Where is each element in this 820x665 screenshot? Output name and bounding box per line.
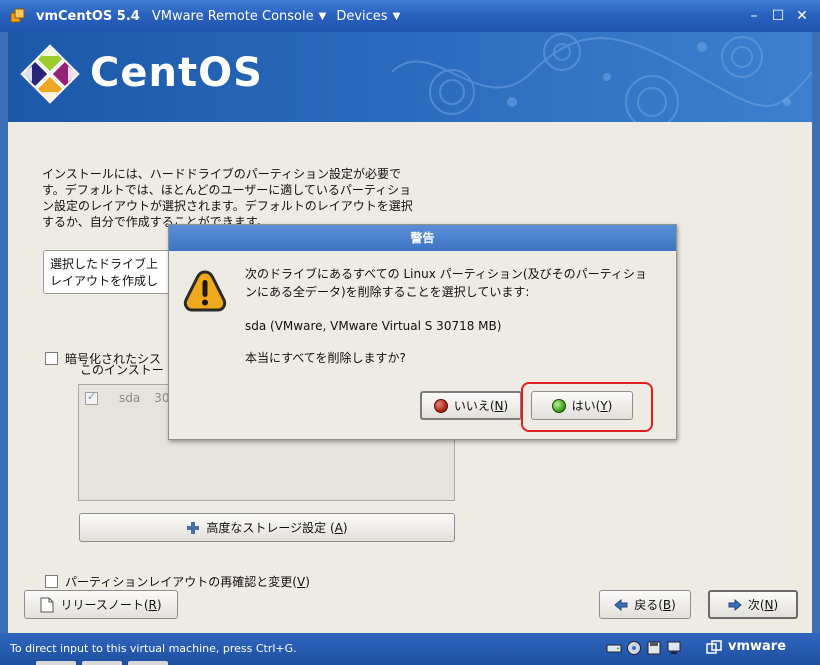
status-bar: To direct input to this virtual machine,… (0, 633, 820, 665)
network-icon[interactable] (666, 640, 682, 656)
maximize-icon[interactable]: ☐ (770, 8, 786, 24)
window-title: vmCentOS 5.4 (36, 8, 140, 24)
minimize-icon[interactable]: – (746, 8, 762, 24)
advanced-storage-mnemonic: A (334, 521, 343, 535)
no-button[interactable]: いいえ(N) (420, 391, 522, 420)
warning-icon (183, 270, 227, 312)
red-dot-icon (433, 398, 448, 413)
taskbar-tab[interactable] (36, 661, 76, 665)
menu-devices[interactable]: Devices ▼ (336, 9, 400, 24)
vmware-brand: vmware (706, 639, 786, 654)
next-label: 次 (747, 598, 760, 612)
next-button[interactable]: 次(N) (708, 590, 798, 619)
close-icon[interactable]: ✕ (794, 8, 810, 24)
window-titlebar: vmCentOS 5.4 VMware Remote Console ▼ Dev… (0, 0, 820, 32)
review-partition-checkbox-row[interactable]: パーティションレイアウトの再確認と変更(V) (45, 573, 310, 590)
red-highlight-annotation (521, 382, 653, 432)
no-mnemonic: N (494, 399, 504, 413)
partition-description: インストールには、ハードドライブのパーティション設定が必要です。デフォルトでは、… (42, 167, 413, 229)
dialog-confirm: 本当にすべてを削除しますか? (245, 351, 406, 365)
menu-remote-console-label: VMware Remote Console (151, 8, 314, 24)
dialog-title: 警告 (169, 225, 676, 251)
review-partition-label: パーティションレイアウトの再確認と変更 (65, 575, 293, 589)
dialog-device: sda (VMware, VMware Virtual S 30718 MB) (245, 319, 502, 333)
drive-selection-label: このインストー (80, 363, 164, 377)
vmware-logo-icon (706, 639, 722, 654)
device-icons (606, 640, 682, 656)
advanced-storage-label: 高度なストレージ設定 (206, 521, 327, 535)
advanced-storage-button[interactable]: 高度なストレージ設定 (A) (79, 513, 455, 542)
document-icon (40, 597, 54, 612)
review-mnemonic: V (296, 575, 306, 589)
vmware-app-icon (10, 8, 25, 23)
release-notes-button[interactable]: リリースノート(R) (24, 590, 178, 619)
menu-remote-console[interactable]: VMware Remote Console ▼ (152, 9, 327, 24)
release-notes-label: リリースノート (60, 598, 144, 612)
plus-icon (187, 521, 200, 534)
release-notes-mnemonic: R (148, 598, 157, 612)
taskbar-tab[interactable] (82, 661, 122, 665)
chevron-down-icon: ▼ (392, 10, 401, 22)
dialog-message: 次のドライブにあるすべての Linux パーティション(及びそのパーティションに… (245, 267, 647, 299)
chevron-down-icon: ▼ (318, 10, 327, 22)
drive-checkbox[interactable] (85, 390, 98, 405)
next-mnemonic: N (764, 598, 774, 612)
back-mnemonic: B (662, 598, 672, 612)
centos-logo-icon (20, 44, 80, 104)
arrow-right-icon (728, 598, 742, 611)
drive-name: sda (119, 391, 141, 405)
menu-devices-label: Devices (336, 8, 388, 24)
no-label: いいえ (453, 399, 490, 413)
input-hint: To direct input to this virtual machine,… (10, 642, 297, 655)
vmware-brand-text: vmware (728, 639, 787, 654)
review-partition-checkbox[interactable] (45, 575, 58, 588)
centos-logo-text: CentOS (90, 50, 263, 96)
floppy-icon[interactable] (646, 640, 662, 656)
arrow-left-icon (614, 598, 628, 611)
hard-disk-icon[interactable] (606, 640, 622, 656)
centos-banner: CentOS (8, 32, 812, 122)
decorative-swirl-pattern (392, 33, 812, 122)
back-label: 戻る (634, 598, 659, 612)
cdrom-icon[interactable] (626, 640, 642, 656)
back-button[interactable]: 戻る(B) (599, 590, 691, 619)
encrypt-system-checkbox[interactable] (45, 352, 58, 365)
taskbar-tab[interactable] (128, 661, 168, 665)
